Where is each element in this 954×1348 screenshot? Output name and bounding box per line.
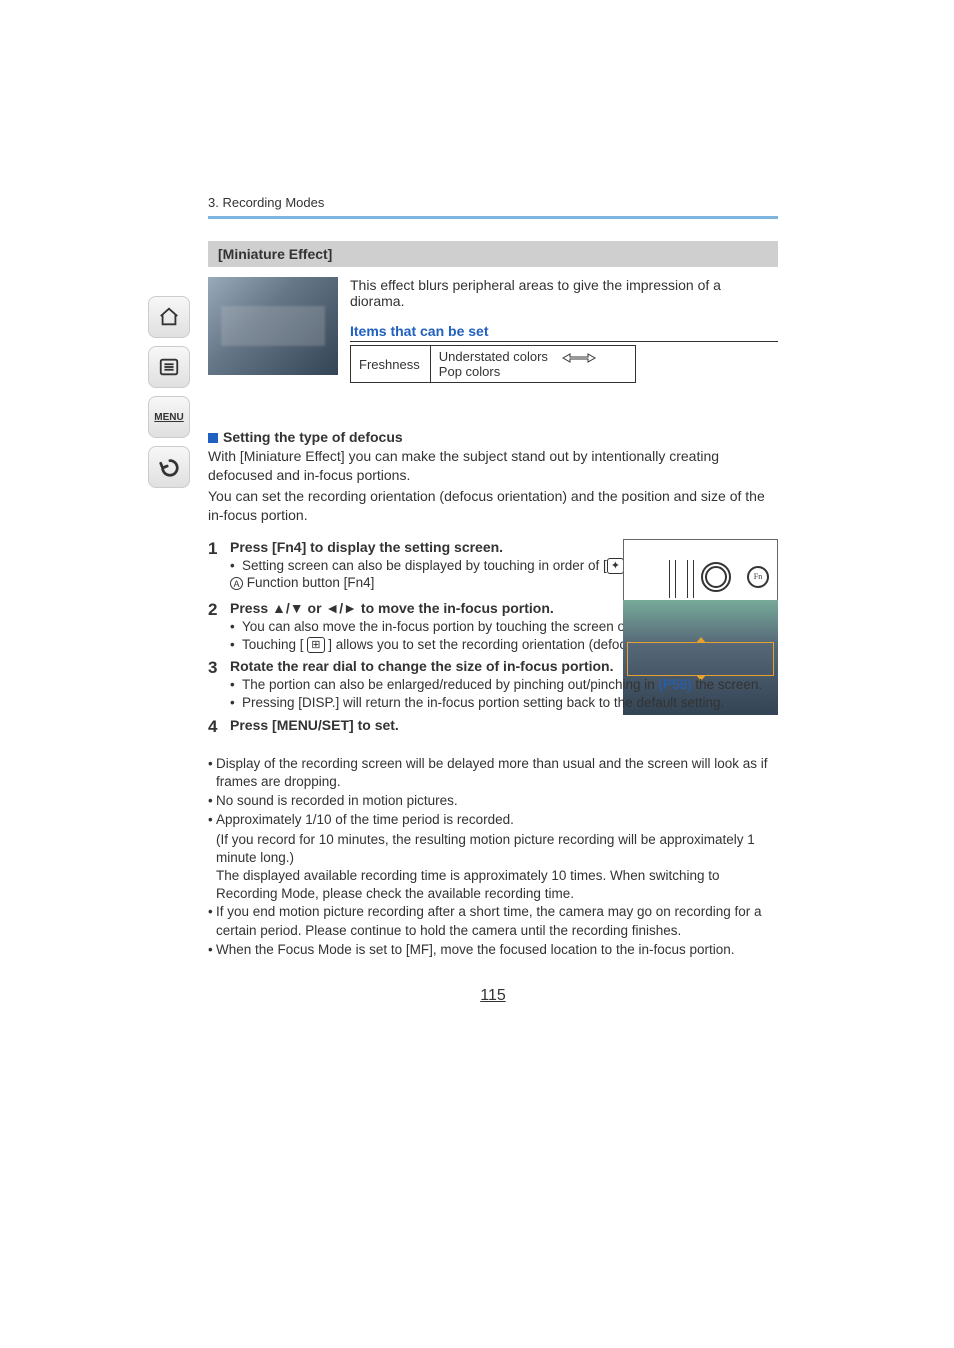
step-3-bullet-2: Pressing [DISP.] will return the in-focu… [230,694,778,712]
items-cell-1: Freshness [351,346,431,383]
note-1: Display of the recording screen will be … [208,755,778,791]
double-arrow-icon [562,353,596,363]
example-thumbnail [208,277,338,375]
back-icon [158,456,180,478]
items-cell-2: Understated colors Pop colors [430,346,635,383]
note-3a: (If you record for 10 minutes, the resul… [208,831,778,867]
step-3: 3 Rotate the rear dial to change the siz… [208,658,778,712]
toc-button[interactable] [148,346,190,388]
filter-icon: ✦ [607,558,624,574]
defocus-p2: You can set the recording orientation (d… [208,487,778,525]
p59-link[interactable]: (P59) [659,677,692,692]
home-button[interactable] [148,296,190,338]
breadcrumb: 3. Recording Modes [208,195,778,219]
sidebar: MENU [148,296,190,496]
step-3-bullet-1: The portion can also be enlarged/reduced… [230,676,778,694]
defocus-p1: With [Miniature Effect] you can make the… [208,447,778,485]
menu-label: MENU [154,412,183,423]
back-button[interactable] [148,446,190,488]
section-title: [Miniature Effect] [208,241,778,267]
note-3: Approximately 1/10 of the time period is… [208,811,778,829]
step-4-title: Press [MENU/SET] to set. [230,717,778,733]
step-1: 1 Press [Fn4] to display the setting scr… [208,539,778,590]
orientation-icon: ⊞ [307,637,324,653]
step-4: 4 Press [MENU/SET] to set. [208,717,778,737]
defocus-heading: Setting the type of defocus [208,429,778,445]
items-table: Freshness Understated colors Pop colors [350,345,636,383]
notes-section: Display of the recording screen will be … [208,755,778,959]
note-2: No sound is recorded in motion pictures. [208,792,778,810]
intro-text: This effect blurs peripheral areas to gi… [350,277,778,309]
menu-button[interactable]: MENU [148,396,190,438]
home-icon [158,306,180,328]
note-3b: The displayed available recording time i… [208,867,778,903]
square-bullet-icon [208,433,218,443]
callout-letter-a: A [230,577,243,590]
fn-button-callout: Fn [747,566,769,588]
step-2: 2 Press ▲/▼ or ◄/► to move the in-focus … [208,600,778,654]
step-3-title: Rotate the rear dial to change the size … [230,658,630,674]
note-4: If you end motion picture recording afte… [208,903,778,939]
note-5: When the Focus Mode is set to [MF], move… [208,941,778,959]
items-heading: Items that can be set [350,323,778,342]
page-number: 115 [208,987,778,1005]
toc-icon [158,356,180,378]
